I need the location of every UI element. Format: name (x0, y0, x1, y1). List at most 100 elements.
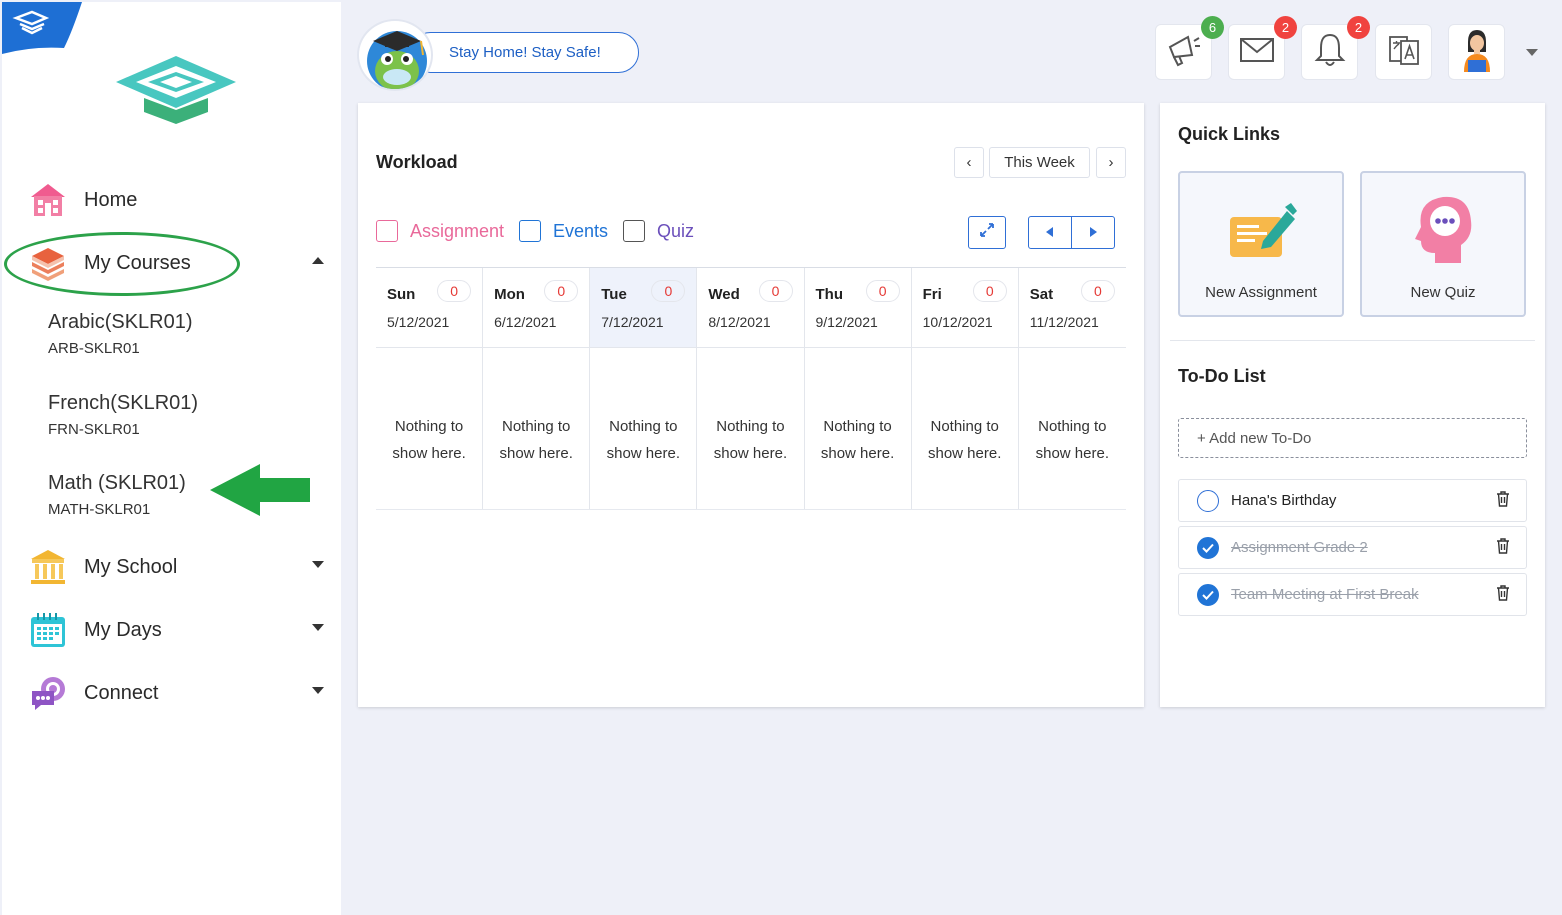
day-date: 7/12/2021 (601, 314, 664, 330)
day-column[interactable]: Mon 0 6/12/2021 Nothing to show here. (483, 268, 591, 509)
bell-icon (1314, 32, 1346, 73)
scroll-left-button[interactable] (1028, 216, 1072, 249)
todo-item[interactable]: Team Meeting at First Break (1178, 573, 1527, 616)
notifications-button[interactable]: 2 (1301, 16, 1370, 80)
teacher-avatar-icon (1460, 28, 1494, 77)
profile-menu-caret-icon[interactable] (1526, 49, 1538, 56)
expand-caret-icon[interactable] (312, 687, 324, 694)
filter-quiz-label: Quiz (657, 220, 695, 241)
empty-message: Nothing to show here. (713, 418, 788, 462)
filter-events-label: Events (553, 220, 609, 241)
expand-caret-icon[interactable] (312, 561, 324, 568)
chevron-left-icon: ‹ (966, 154, 972, 171)
day-column-today[interactable]: Tue 0 7/12/2021 Nothing to show here. (590, 268, 698, 509)
todo-item[interactable]: Hana's Birthday (1178, 479, 1527, 522)
quick-links-title: Quick Links (1178, 124, 1281, 144)
day-date: 11/12/2021 (1029, 314, 1099, 330)
slogan-banner[interactable]: Stay Home! Stay Safe! (410, 32, 639, 73)
expand-button[interactable] (968, 216, 1006, 249)
day-date: 9/12/2021 (815, 314, 878, 330)
new-assignment-link[interactable]: New Assignment (1178, 171, 1344, 317)
megaphone-icon (1166, 33, 1202, 72)
language-button[interactable] (1375, 24, 1432, 80)
announcements-button[interactable]: 6 (1155, 16, 1224, 80)
trash-icon[interactable] (1496, 585, 1510, 606)
empty-message: Nothing to show here. (499, 418, 573, 462)
collapse-caret-icon[interactable] (312, 257, 324, 264)
trash-icon[interactable] (1496, 538, 1510, 559)
assignment-checkbox[interactable] (376, 220, 398, 242)
nav-home[interactable]: Home (28, 180, 328, 220)
course-french[interactable]: French(SKLR01) FRN-SKLR01 (48, 392, 308, 438)
expand-arrows-icon (980, 223, 994, 242)
nav-my-school[interactable]: My School (28, 547, 328, 587)
period-selector[interactable]: This Week (989, 147, 1090, 178)
day-count-badge: 0 (437, 280, 472, 302)
course-name: French(SKLR01) (48, 392, 199, 414)
events-checkbox[interactable] (519, 220, 541, 242)
filter-assignment[interactable]: Assignment (376, 220, 504, 242)
course-arabic[interactable]: Arabic(SKLR01) ARB-SKLR01 (48, 311, 308, 357)
day-column[interactable]: Wed 0 8/12/2021 Nothing to show here. (697, 268, 805, 509)
filter-quiz[interactable]: Quiz (623, 220, 694, 242)
new-quiz-link[interactable]: New Quiz (1360, 171, 1526, 317)
slogan-text: Stay Home! Stay Safe! (449, 44, 601, 61)
expand-caret-icon[interactable] (312, 624, 324, 631)
day-name: Tue (601, 286, 627, 303)
trash-icon[interactable] (1496, 491, 1510, 512)
day-count-badge: 0 (544, 280, 579, 302)
day-count-badge: 0 (972, 280, 1007, 302)
workload-card: Workload ‹ This Week › Assignment Events… (358, 103, 1144, 707)
corner-logo-icon[interactable] (2, 2, 82, 54)
course-code: FRN-SKLR01 (48, 421, 140, 438)
mascot-avatar-icon (357, 19, 433, 91)
books-stack-icon (28, 243, 68, 283)
day-header: Wed 0 8/12/2021 (697, 268, 804, 348)
scroll-right-button[interactable] (1071, 216, 1115, 249)
day-name: Fri (922, 286, 942, 303)
quiz-head-icon (1415, 196, 1472, 263)
day-name: Sun (387, 286, 416, 303)
day-column[interactable]: Fri 0 10/12/2021 Nothing to show here. (911, 268, 1019, 509)
nav-connect-label: Connect (84, 681, 159, 704)
profile-button[interactable] (1448, 24, 1505, 80)
todo-text: Assignment Grade 2 (1231, 539, 1368, 556)
day-name: Sat (1029, 286, 1054, 303)
day-header: Mon 0 6/12/2021 (483, 268, 590, 348)
day-count-badge: 0 (1080, 280, 1115, 302)
day-column[interactable]: Sat 0 11/12/2021 Nothing to show here. (1018, 268, 1126, 509)
todo-checkbox[interactable] (1197, 489, 1219, 512)
workload-title: Workload (376, 152, 458, 172)
chevron-right-icon: › (1108, 154, 1114, 171)
day-count-badge: 0 (865, 280, 900, 302)
messages-badge: 2 (1274, 16, 1297, 39)
day-date: 8/12/2021 (708, 314, 771, 330)
messages-button[interactable]: 2 (1228, 16, 1297, 80)
nav-my-days[interactable]: My Days (28, 610, 328, 650)
divider (1170, 340, 1535, 341)
nav-connect[interactable]: Connect (28, 673, 328, 713)
day-name: Wed (708, 286, 740, 303)
nav-my-courses-label: My Courses (84, 251, 191, 274)
left-arrow-annotation-icon (210, 464, 310, 516)
todo-checkbox-checked[interactable] (1197, 536, 1219, 559)
empty-message: Nothing to show here. (392, 418, 466, 462)
todo-text: Team Meeting at First Break (1231, 586, 1419, 603)
prev-week-button[interactable]: ‹ (954, 147, 984, 178)
day-header: Thu 0 9/12/2021 (804, 268, 911, 348)
todo-item[interactable]: Assignment Grade 2 (1178, 526, 1527, 569)
empty-message: Nothing to show here. (1035, 418, 1109, 462)
day-column[interactable]: Thu 0 9/12/2021 Nothing to show here. (804, 268, 912, 509)
todo-text: Hana's Birthday (1231, 492, 1337, 509)
todo-checkbox-checked[interactable] (1197, 583, 1219, 606)
school-building-icon (28, 180, 68, 220)
next-week-button[interactable]: › (1096, 147, 1126, 178)
filter-events[interactable]: Events (519, 220, 608, 242)
assignment-pen-icon (1230, 203, 1297, 257)
add-todo-input[interactable]: + Add new To-Do (1178, 418, 1527, 458)
app-logo-icon (116, 56, 236, 124)
chat-bubbles-icon (28, 673, 68, 713)
day-column[interactable]: Sun 0 5/12/2021 Nothing to show here. (376, 268, 484, 509)
quiz-checkbox[interactable] (623, 220, 645, 242)
nav-my-courses[interactable]: My Courses (28, 243, 328, 283)
